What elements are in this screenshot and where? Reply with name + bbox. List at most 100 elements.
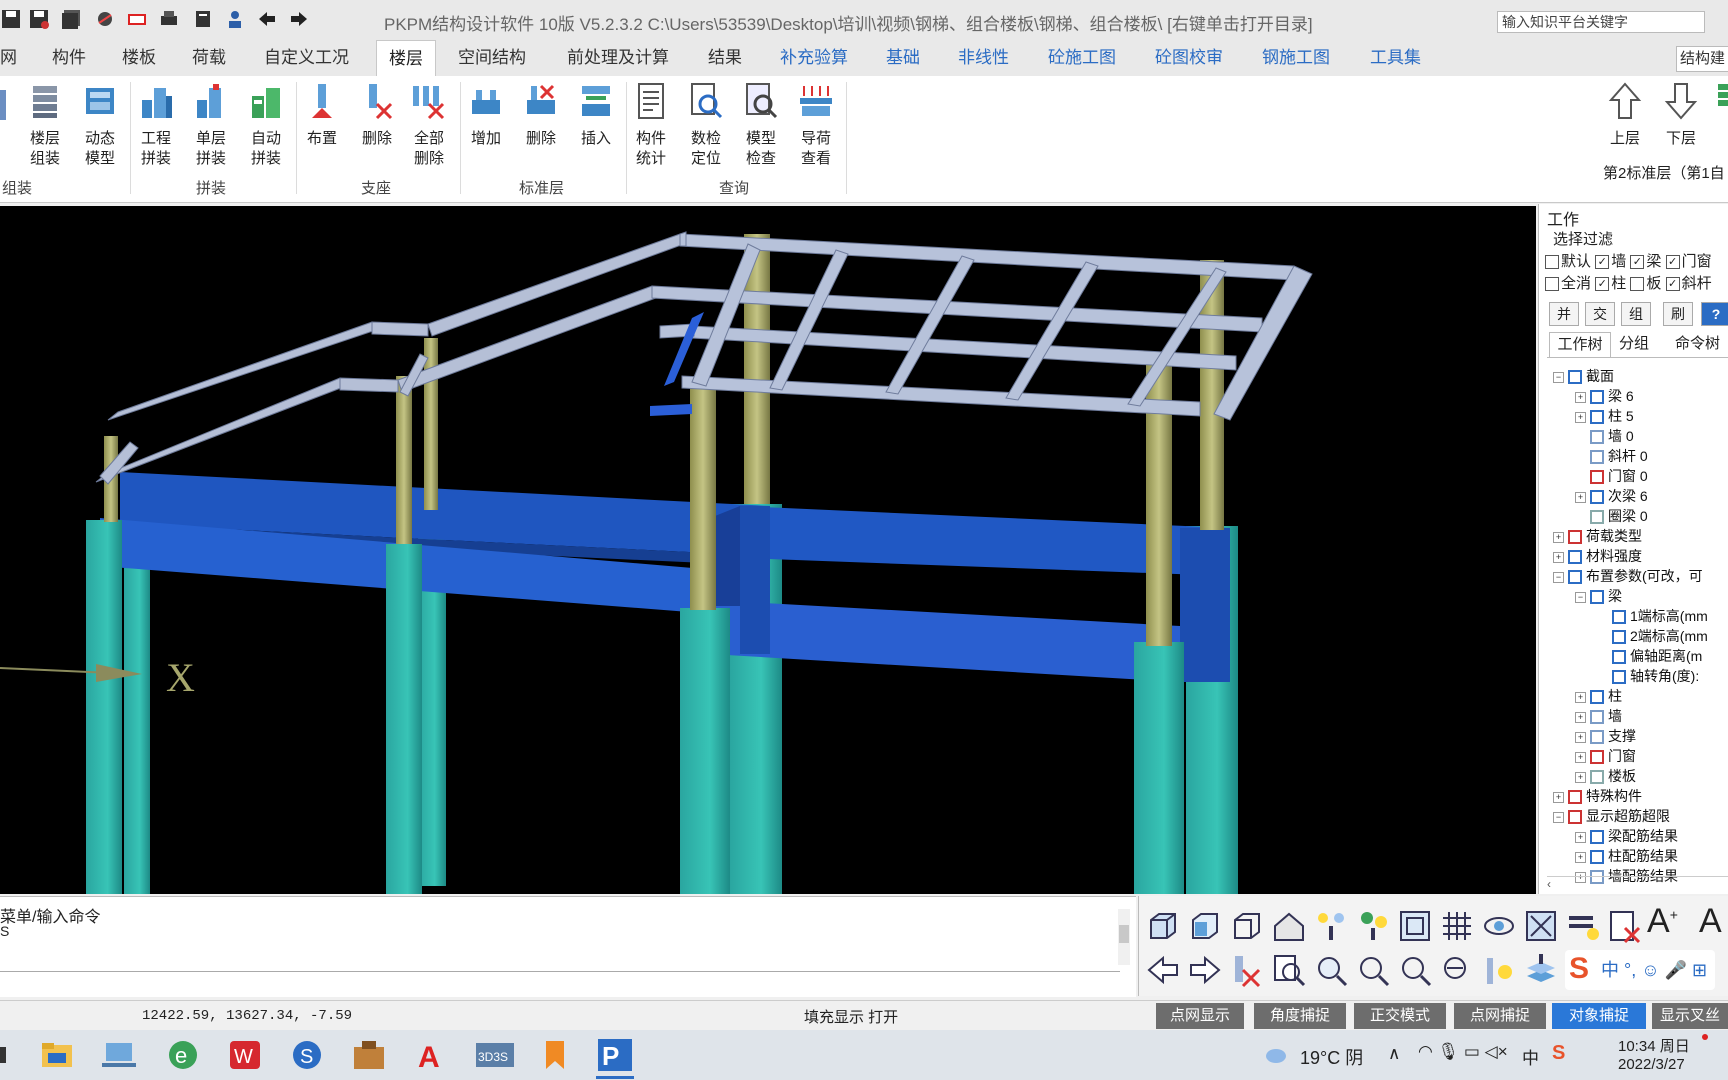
browser-icon[interactable]: e [164,1037,202,1073]
expand-icon[interactable]: + [1553,551,1564,563]
tab-grid[interactable]: 网 [0,40,17,76]
expand-icon[interactable]: + [1575,831,1586,843]
delete-all-button[interactable]: 全部 删除 [404,82,454,169]
view-right-box-icon[interactable] [1187,908,1223,944]
add-floor-button[interactable]: 增加 [461,82,511,149]
floor-assembly-button[interactable]: 楼层 组装 [20,82,70,169]
intersect-button[interactable]: 交 [1585,302,1615,326]
expand-icon[interactable]: + [1575,711,1586,723]
tree-node[interactable]: + 支撑 [1575,726,1636,746]
tree-node[interactable]: + 梁配筋结果 [1575,826,1678,846]
tab-supplementary-check[interactable]: 补充验算 [780,40,848,76]
help-button[interactable]: ? [1701,302,1728,326]
clock-date[interactable]: 2022/3/27 [1618,1056,1685,1073]
tab-concrete-review[interactable]: 砼图校审 [1155,40,1223,76]
zoom-previous-icon[interactable] [1439,952,1475,988]
save-icon[interactable] [0,8,22,30]
tab-results[interactable]: 结果 [708,40,742,76]
tab-preprocess-calc[interactable]: 前处理及计算 [567,40,669,76]
load-transfer-view-button[interactable]: 导荷 查看 [791,82,841,169]
auto-assembly-button[interactable]: 自动 拼装 [241,82,291,169]
tree-node[interactable]: 圈梁 0 [1575,506,1648,526]
redo-icon[interactable] [288,8,310,30]
tree-node[interactable]: − 梁 [1575,586,1622,606]
sogou-browser-icon[interactable]: S [288,1037,326,1073]
view-front-box-icon[interactable] [1145,908,1181,944]
command-scrollbar[interactable] [1118,909,1130,965]
tree-node[interactable]: + 特殊构件 [1553,786,1642,806]
tab-steel-drawing[interactable]: 钢施工图 [1262,40,1330,76]
save-all-icon[interactable] [60,8,82,30]
filter-column-checkbox[interactable]: ✓ 柱 [1595,275,1626,292]
tree-node[interactable]: + 荷载类型 [1553,526,1642,546]
tree-node[interactable]: 2端标高(mm [1597,626,1708,646]
expand-icon[interactable]: + [1575,411,1586,423]
tab-work-tree[interactable]: 工作树 [1549,332,1611,357]
expand-icon[interactable]: + [1575,771,1586,783]
home-view-icon[interactable] [1271,908,1307,944]
text-size-down-icon[interactable]: A [1699,902,1722,941]
filter-brace-checkbox[interactable]: ✓ 斜杆 [1665,275,1712,292]
collapse-icon[interactable]: − [1575,591,1586,603]
toggle-crosshair[interactable]: 显示叉丝 [1652,1003,1728,1029]
dynamic-model-button[interactable]: 动态 模型 [75,82,125,169]
tree-node[interactable]: + 墙 [1575,706,1622,726]
expand-icon[interactable]: + [1575,691,1586,703]
tree-node[interactable]: + 柱配筋结果 [1575,846,1678,866]
expand-icon[interactable]: + [1553,791,1564,803]
grid-view-icon[interactable] [1439,908,1475,944]
tab-members[interactable]: 构件 [52,40,86,76]
sogou-tray-icon[interactable]: S [1552,1042,1565,1065]
start-icon[interactable] [0,1037,10,1073]
tree-node[interactable]: 轴转角(度): [1597,666,1699,686]
user-icon[interactable] [224,8,246,30]
zoom-window-icon[interactable] [1271,952,1307,988]
refresh-button[interactable]: 刷 [1663,302,1693,326]
model-check-button[interactable]: 模型 检查 [736,82,786,169]
book-icon[interactable] [192,8,214,30]
tree-node[interactable]: + 柱 5 [1575,406,1634,426]
toggle-angle-snap[interactable]: 角度捕捉 [1254,1003,1346,1029]
light-column-icon[interactable] [1481,952,1517,988]
save-as-icon[interactable] [28,8,50,30]
tree-node[interactable]: 1端标高(mm [1597,606,1708,626]
lights-icon[interactable] [1313,908,1349,944]
toggle-object-snap[interactable]: 对象捕捉 [1552,1003,1646,1029]
tree-node[interactable]: 偏轴距离(m [1597,646,1702,666]
text-size-up-icon[interactable]: A+ [1647,902,1678,941]
tree-node[interactable]: + 梁 6 [1575,386,1634,406]
tree-node[interactable]: + 次梁 6 [1575,486,1648,506]
tree-node[interactable]: 门窗 0 [1575,466,1648,486]
bulb-green-icon[interactable] [1355,908,1391,944]
expand-icon[interactable]: + [1575,751,1586,763]
tab-slab[interactable]: 楼板 [122,40,156,76]
tree-node[interactable]: + 材料强度 [1553,546,1642,566]
delete-floor-button[interactable]: 删除 [516,82,566,149]
zoom-extents-icon[interactable] [1523,908,1559,944]
filter-wall-checkbox[interactable]: ✓ 墙 [1595,253,1626,270]
expand-icon[interactable]: + [1575,491,1586,503]
filter-beam-checkbox[interactable]: ✓ 梁 [1630,253,1661,270]
ime-indicator[interactable]: 中 [1522,1044,1539,1069]
tab-concrete-drawing[interactable]: 砼施工图 [1048,40,1116,76]
expand-icon[interactable]: + [1575,851,1586,863]
expand-icon[interactable]: + [1575,391,1586,403]
frame-view-icon[interactable] [1397,908,1433,944]
tab-loads[interactable]: 荷载 [192,40,226,76]
arrow-right-icon[interactable] [1187,952,1223,988]
tab-structure-model[interactable]: 结构建 [1676,46,1728,72]
tab-command-tree[interactable]: 命令树 [1675,332,1720,356]
computer-icon[interactable] [100,1037,138,1073]
layer-stack-icon[interactable] [1523,952,1559,988]
tab-group[interactable]: 分组 [1619,332,1649,356]
project-assembly-button[interactable]: 工程 拼装 [131,82,181,169]
delete-view-icon[interactable] [1607,908,1643,944]
view-top-box-icon[interactable] [1229,908,1265,944]
union-button[interactable]: 并 [1549,302,1579,326]
collapse-icon[interactable]: − [1553,811,1564,823]
single-floor-assembly-button[interactable]: 单层 拼装 [186,82,236,169]
filter-door-window-checkbox[interactable]: ✓ 门窗 [1665,253,1712,270]
wps-icon[interactable]: W [226,1037,264,1073]
orbit-icon[interactable] [1481,908,1517,944]
layer-lights-icon[interactable] [1565,908,1601,944]
